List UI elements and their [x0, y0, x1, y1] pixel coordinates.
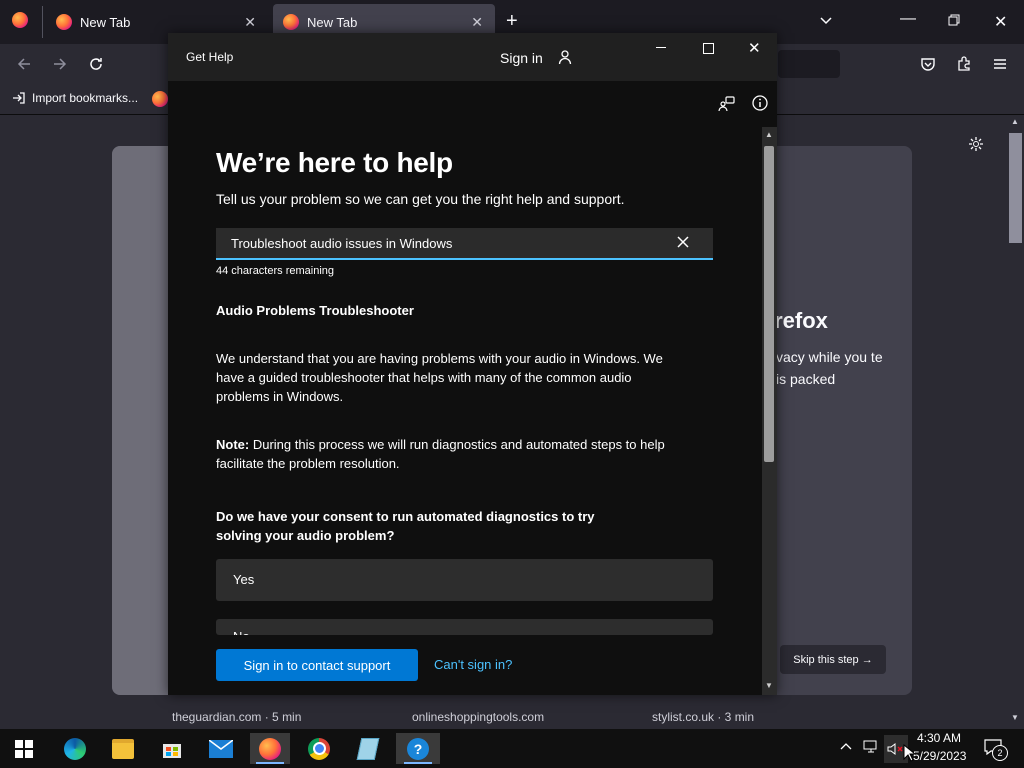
mouse-cursor-icon [903, 744, 915, 762]
clock-time[interactable]: 4:30 AM [917, 731, 961, 745]
reload-icon[interactable] [88, 56, 104, 72]
clock-date[interactable]: 5/29/2023 [913, 749, 966, 763]
contact-support-button[interactable]: Sign in to contact support [216, 649, 418, 681]
info-icon[interactable] [752, 95, 768, 111]
content-scroll-thumb[interactable] [764, 146, 774, 462]
account-icon[interactable] [557, 49, 573, 65]
new-tab-icon[interactable]: + [506, 10, 518, 33]
shortcut-label: stylist.co.uk · 3 min [652, 710, 755, 724]
taskbar: ? 4:30 AM 5/29/2023 2 [0, 729, 1024, 768]
sign-in-button[interactable]: Sign in [500, 50, 543, 66]
shortcut-label: onlineshoppingtools.com [412, 710, 545, 724]
get-help-window: Get Help Sign in ✕ We’re here to help Te… [168, 33, 777, 695]
import-icon [13, 92, 25, 104]
edge-icon[interactable] [55, 733, 95, 764]
window-title: Get Help [186, 50, 234, 64]
list-all-tabs-icon[interactable] [818, 12, 834, 28]
tab-label: New Tab [80, 14, 131, 30]
minimize-icon[interactable]: — [900, 10, 916, 28]
customize-gear-icon[interactable] [968, 136, 984, 152]
page-subheading: Tell us your problem so we can get you t… [216, 191, 625, 207]
forward-icon[interactable] [52, 56, 68, 72]
restore-icon[interactable] [948, 14, 960, 26]
firefox-favicon-icon [56, 14, 72, 30]
cant-sign-in-link[interactable]: Can't sign in? [434, 657, 512, 672]
notification-count: 2 [992, 745, 1008, 761]
tab-label: New Tab [307, 14, 358, 30]
no-label: No [233, 629, 250, 635]
app-menu-icon[interactable] [992, 56, 1008, 72]
shortcut-tile[interactable]: onlineshoppingtools.com [396, 702, 612, 730]
firefox-favicon-icon [283, 14, 299, 30]
footer-bar: Sign in to contact support Can't sign in… [168, 637, 762, 695]
note-paragraph: Note: During this process we will run di… [216, 435, 676, 473]
scroll-down-icon[interactable]: ▼ [765, 681, 773, 690]
page-heading: We’re here to help [216, 147, 453, 178]
windows-start-icon[interactable] [4, 733, 44, 764]
skip-step-button[interactable]: Skip this step → [780, 645, 886, 674]
store-icon[interactable] [152, 733, 192, 764]
get-help-taskbar-icon[interactable]: ? [396, 733, 440, 764]
mail-icon[interactable] [201, 733, 241, 764]
shortcut-tile[interactable]: stylist.co.uk · 3 min [636, 702, 852, 730]
notepad-icon[interactable] [348, 733, 388, 764]
description-paragraph: We understand that you are having proble… [216, 351, 663, 404]
search-value: Troubleshoot audio issues in Windows [231, 236, 453, 251]
maximize-icon[interactable] [703, 43, 714, 54]
minimize-icon[interactable] [656, 47, 666, 48]
clear-search-icon[interactable] [676, 235, 690, 249]
note-text: During this process we will run diagnost… [216, 437, 665, 471]
chars-remaining: 44 characters remaining [216, 265, 335, 277]
firefox-view-icon[interactable] [12, 12, 28, 28]
import-bookmarks-label: Import bookmarks... [32, 91, 139, 105]
shortcut-tile[interactable]: theguardian.com · 5 min [156, 702, 372, 730]
note-label: Note: [216, 437, 250, 452]
notifications-icon[interactable]: 2 [984, 739, 1008, 761]
onboarding-card-image [112, 146, 172, 695]
page-scrollbar[interactable]: ▲ ▼ [1007, 115, 1024, 729]
import-bookmarks-button[interactable]: Import bookmarks... [12, 91, 138, 105]
close-tab-icon[interactable]: ✕ [244, 14, 256, 31]
no-option-button[interactable]: No [216, 619, 713, 635]
onboarding-text: vacy while you te is packed [776, 349, 883, 387]
scroll-thumb[interactable] [1009, 133, 1022, 243]
firefox-taskbar-icon[interactable] [250, 733, 290, 764]
close-icon[interactable]: ✕ [748, 39, 761, 57]
troubleshooter-title: Audio Problems Troubleshooter [216, 303, 414, 318]
extensions-icon[interactable] [956, 56, 972, 72]
yes-option-button[interactable]: Yes [216, 559, 713, 601]
shortcut-label: theguardian.com · 5 min [172, 710, 302, 724]
feedback-icon[interactable] [718, 95, 736, 113]
problem-search-input[interactable]: Troubleshoot audio issues in Windows [216, 228, 713, 260]
scroll-down-icon[interactable]: ▼ [1011, 713, 1019, 722]
scroll-up-icon[interactable]: ▲ [1011, 117, 1019, 126]
close-tab-icon[interactable]: ✕ [471, 14, 483, 31]
pocket-icon[interactable] [920, 56, 936, 72]
chrome-icon[interactable] [299, 733, 339, 764]
yes-label: Yes [233, 572, 255, 587]
url-bar-end[interactable] [778, 50, 840, 78]
network-icon[interactable] [863, 740, 879, 754]
show-hidden-icons-icon[interactable] [840, 741, 852, 751]
back-icon[interactable] [16, 56, 32, 72]
get-help-titlebar: Get Help Sign in ✕ [168, 33, 777, 81]
tab-divider [42, 6, 43, 38]
close-window-icon[interactable]: ✕ [994, 12, 1007, 32]
firefox-bookmark-icon[interactable] [152, 91, 168, 107]
file-explorer-icon[interactable] [103, 733, 143, 764]
consent-question: Do we have your consent to run automated… [216, 509, 595, 543]
scroll-up-icon[interactable]: ▲ [765, 130, 773, 139]
